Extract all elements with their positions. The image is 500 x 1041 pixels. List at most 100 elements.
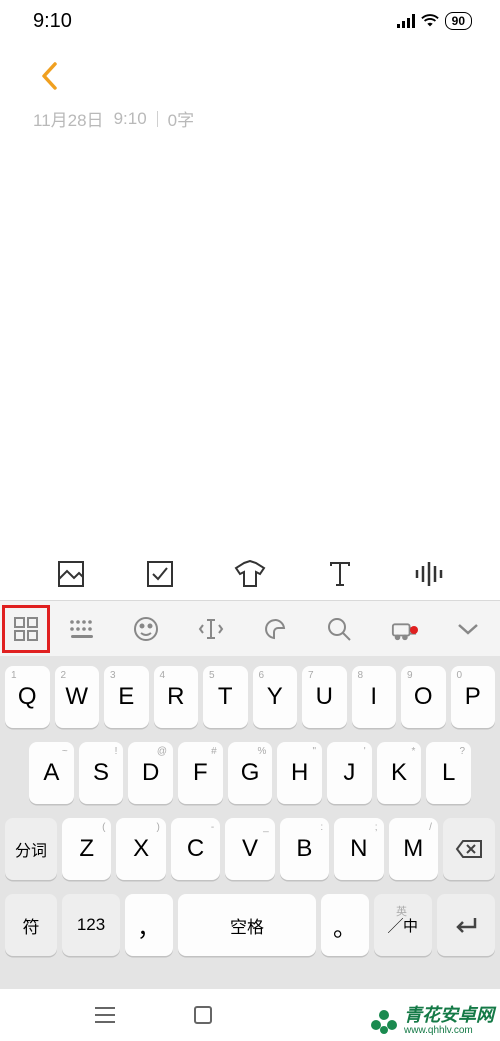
- key-main: T: [218, 683, 233, 711]
- key-hint: 9: [407, 670, 413, 681]
- back-button[interactable]: [31, 58, 67, 94]
- key-hint: ;: [375, 822, 378, 833]
- space-key[interactable]: 空格: [178, 894, 316, 956]
- status-bar: 9:10 90: [0, 0, 500, 42]
- note-time: 9:10: [114, 109, 147, 129]
- key-hint: ): [157, 822, 160, 833]
- ime-apps-button[interactable]: [2, 605, 50, 653]
- backspace-key[interactable]: [443, 818, 495, 880]
- key-main: G: [241, 759, 260, 787]
- key-hint: @: [157, 746, 167, 757]
- key-hint: ': [364, 746, 366, 757]
- key-hint: ~: [62, 746, 68, 757]
- key-main: R: [167, 683, 184, 711]
- enter-key[interactable]: [437, 894, 495, 956]
- key-l[interactable]: ?L: [426, 742, 471, 804]
- key-main: Z: [79, 835, 94, 863]
- wifi-icon: [421, 14, 439, 28]
- key-main: H: [291, 759, 308, 787]
- key-a[interactable]: ~A: [29, 742, 74, 804]
- key-r[interactable]: 4R: [154, 666, 199, 728]
- key-main: S: [93, 759, 109, 787]
- key-hint: *: [411, 746, 415, 757]
- key-main: N: [350, 835, 367, 863]
- ime-keyboard-button[interactable]: [50, 616, 114, 642]
- key-j[interactable]: 'J: [327, 742, 372, 804]
- key-u[interactable]: 7U: [302, 666, 347, 728]
- key-c[interactable]: -C: [171, 818, 220, 880]
- ime-train-button[interactable]: [371, 616, 435, 642]
- key-main: D: [142, 759, 159, 787]
- image-button[interactable]: [54, 557, 88, 591]
- key-hint: -: [211, 822, 214, 833]
- key-hint: %: [257, 746, 266, 757]
- key-n[interactable]: ;N: [334, 818, 383, 880]
- ime-cursor-button[interactable]: [179, 616, 243, 642]
- keyboard: 1Q2W3E4R5T6Y7U8I9O0P ~A!S@D#F%G"H'J*K?L …: [0, 656, 500, 989]
- key-h[interactable]: "H: [277, 742, 322, 804]
- key-main: X: [133, 835, 149, 863]
- theme-button[interactable]: [233, 557, 267, 591]
- nav-recent-button[interactable]: [86, 996, 124, 1034]
- checklist-button[interactable]: [143, 557, 177, 591]
- watermark: 青花安卓网 www.qhhlv.com: [368, 1005, 494, 1037]
- key-hint: ?: [459, 746, 465, 757]
- key-o[interactable]: 9O: [401, 666, 446, 728]
- key-hint: ": [312, 746, 316, 757]
- key-s[interactable]: !S: [79, 742, 124, 804]
- key-hint: 1: [11, 670, 17, 681]
- key-z[interactable]: (Z: [62, 818, 111, 880]
- key-hint: #: [211, 746, 217, 757]
- ime-toolbar: [0, 600, 500, 656]
- note-meta: 11月28日 9:10 0字: [33, 106, 500, 131]
- key-v[interactable]: _V: [225, 818, 274, 880]
- symbol-key[interactable]: 符: [5, 894, 57, 956]
- ime-collapse-button[interactable]: [436, 622, 500, 636]
- key-i[interactable]: 8I: [352, 666, 397, 728]
- key-row-1: 1Q2W3E4R5T6Y7U8I9O0P: [5, 666, 495, 728]
- key-g[interactable]: %G: [228, 742, 273, 804]
- key-hint: 3: [110, 670, 116, 681]
- status-right: 90: [397, 12, 472, 30]
- notification-dot: [410, 626, 418, 634]
- key-b[interactable]: :B: [280, 818, 329, 880]
- key-row-3: 分词 (Z)X-C_V:B;N/M: [5, 818, 495, 880]
- ime-clipboard-button[interactable]: [243, 616, 307, 642]
- ime-search-button[interactable]: [307, 616, 371, 642]
- key-hint: 6: [259, 670, 265, 681]
- key-m[interactable]: /M: [389, 818, 438, 880]
- text-format-button[interactable]: [323, 557, 357, 591]
- key-main: Q: [18, 683, 37, 711]
- key-w[interactable]: 2W: [55, 666, 100, 728]
- key-hint: 8: [358, 670, 364, 681]
- key-row-2: ~A!S@D#F%G"H'J*K?L: [5, 742, 495, 804]
- key-e[interactable]: 3E: [104, 666, 149, 728]
- voice-button[interactable]: [412, 557, 446, 591]
- shift-key[interactable]: 分词: [5, 818, 57, 880]
- key-x[interactable]: )X: [116, 818, 165, 880]
- key-f[interactable]: #F: [178, 742, 223, 804]
- status-time: 9:10: [33, 10, 72, 33]
- format-toolbar: [0, 548, 500, 600]
- key-main: B: [296, 835, 312, 863]
- lang-main: ╱中: [388, 918, 418, 935]
- key-p[interactable]: 0P: [451, 666, 496, 728]
- key-main: V: [242, 835, 258, 863]
- key-hint: 0: [457, 670, 463, 681]
- comma-key[interactable]: ，: [125, 894, 173, 956]
- period-key[interactable]: 。: [321, 894, 369, 956]
- key-q[interactable]: 1Q: [5, 666, 50, 728]
- watermark-url: www.qhhlv.com: [404, 1025, 494, 1036]
- key-y[interactable]: 6Y: [253, 666, 298, 728]
- key-d[interactable]: @D: [128, 742, 173, 804]
- key-hint: 4: [160, 670, 166, 681]
- key-hint: 5: [209, 670, 215, 681]
- nav-home-button[interactable]: [184, 996, 222, 1034]
- number-key[interactable]: 123: [62, 894, 120, 956]
- ime-emoji-button[interactable]: [114, 616, 178, 642]
- key-t[interactable]: 5T: [203, 666, 248, 728]
- key-hint: :: [320, 822, 323, 833]
- key-k[interactable]: *K: [377, 742, 422, 804]
- language-key[interactable]: 英╱中: [374, 894, 432, 956]
- key-main: F: [193, 759, 208, 787]
